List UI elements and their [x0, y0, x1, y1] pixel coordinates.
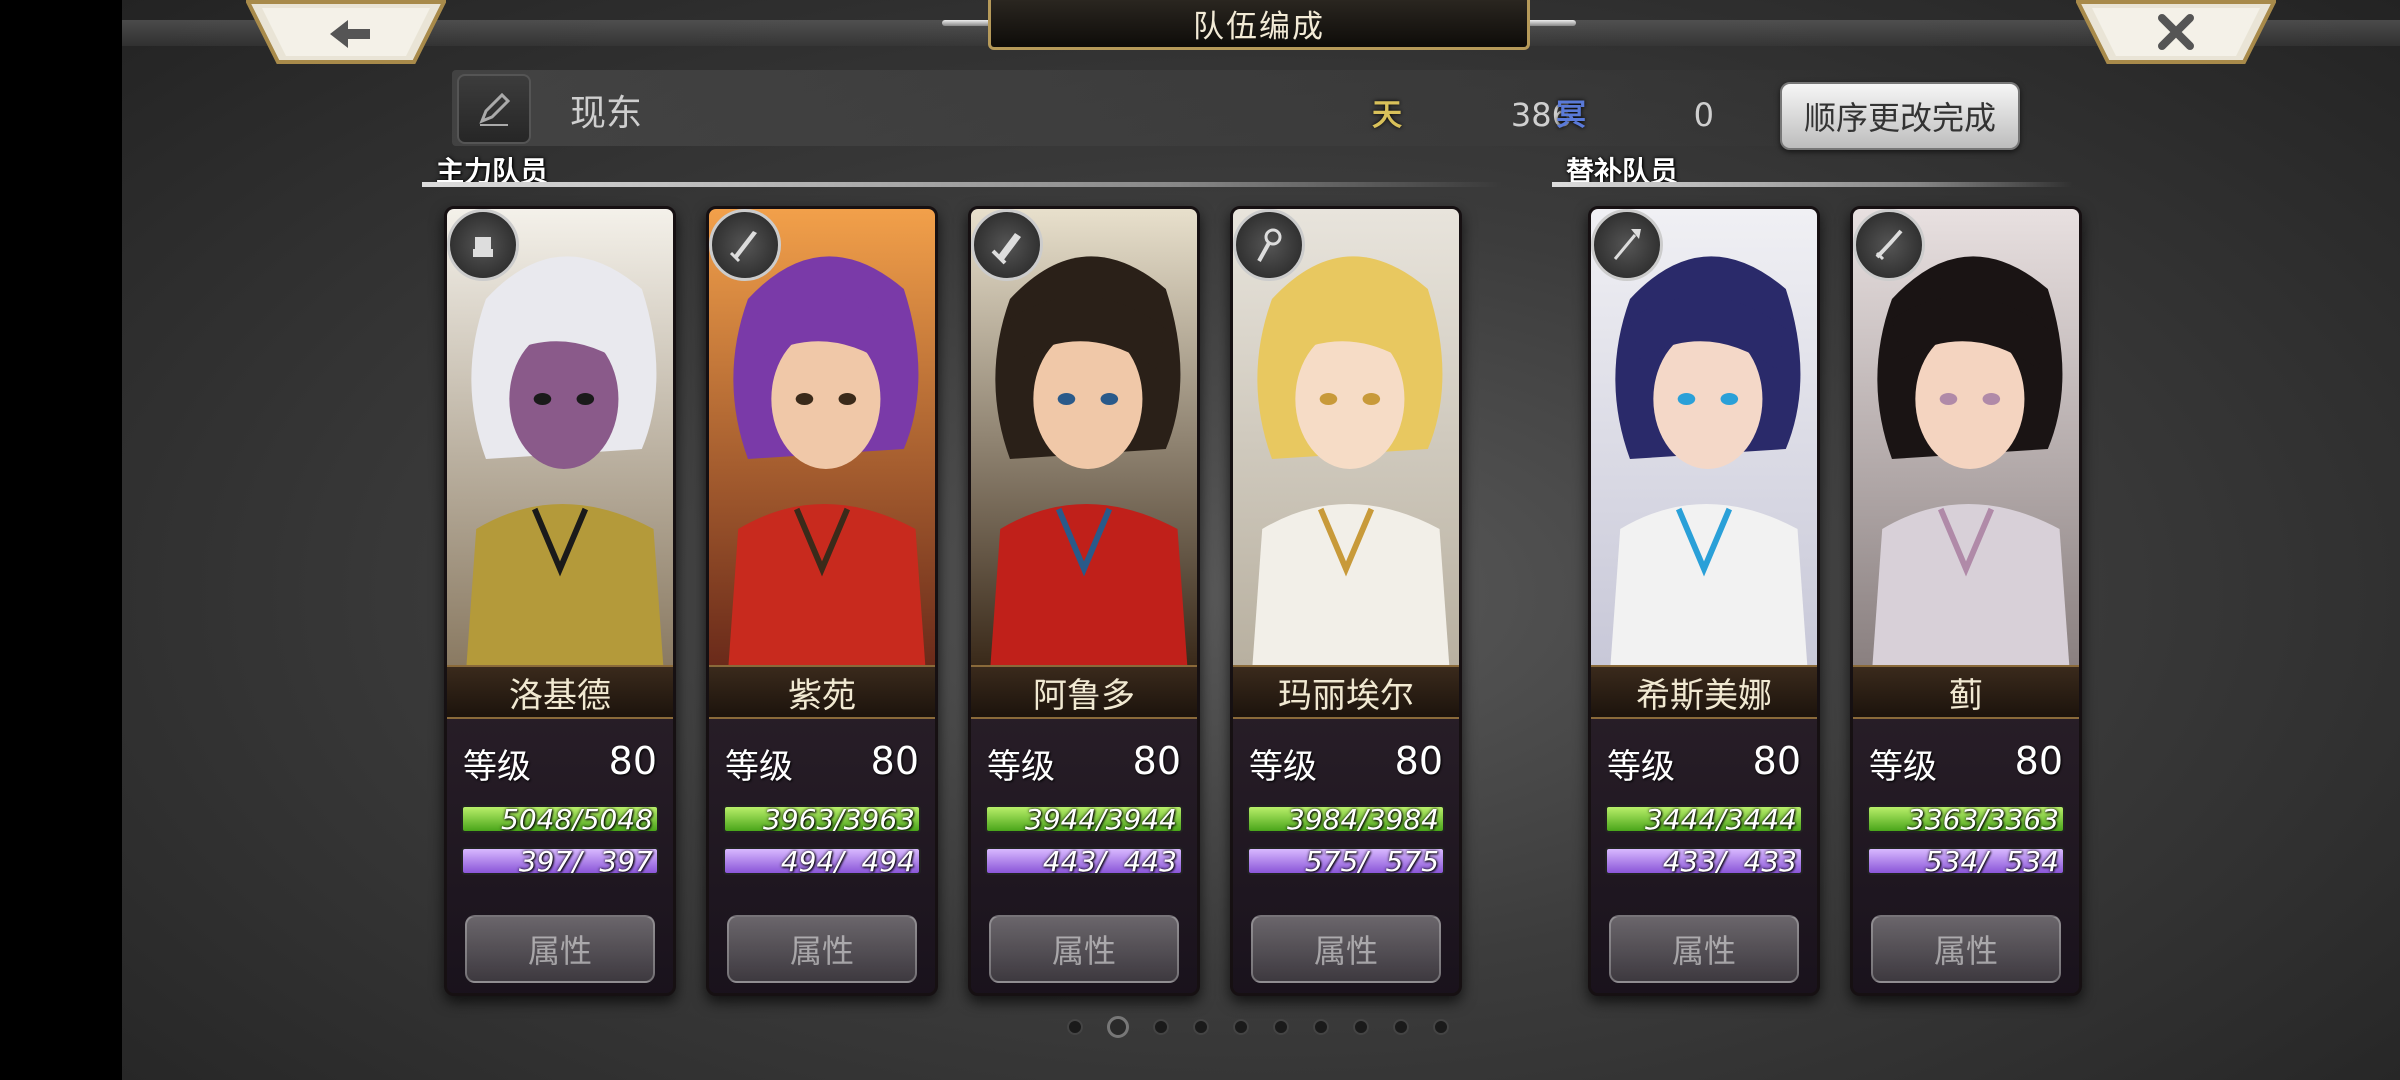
attribute-button[interactable]: 属性: [465, 915, 655, 983]
spear-icon: [1591, 209, 1663, 281]
mp-value: 433/ 433: [1653, 847, 1797, 875]
attribute-button[interactable]: 属性: [727, 915, 917, 983]
mp-value: 534/ 534: [1915, 847, 2059, 875]
level-row: 等级 80: [463, 739, 657, 787]
hp-value: 3944/3944: [1025, 805, 1177, 833]
character-name: 蓟: [1853, 665, 2079, 719]
mp-value: 494/ 494: [771, 847, 915, 875]
character-name: 阿鲁多: [971, 665, 1197, 719]
character-name: 洛基德: [447, 665, 673, 719]
level-value: 80: [1132, 739, 1181, 783]
underworld-value: 0: [1693, 96, 1714, 134]
hp-value: 5048/5048: [501, 805, 653, 833]
level-value: 80: [870, 739, 919, 783]
main-section-line: [422, 182, 1502, 187]
mp-value: 397/ 397: [509, 847, 653, 875]
member-card[interactable]: 玛丽埃尔 等级 80 3984/3984 575/ 575 属性: [1230, 206, 1462, 996]
level-value: 80: [1394, 739, 1443, 783]
level-label: 等级: [463, 747, 531, 787]
member-card[interactable]: 洛基德 等级 80 5048/5048 397/ 397 属性: [444, 206, 676, 996]
team-formation-screen: 队伍编成 现东 天 386 冥 0 顺序更改完成 主力队员 替补队员 洛基德 等…: [122, 0, 2400, 1080]
character-name: 希斯美娜: [1591, 665, 1817, 719]
character-stats: 等级 80 3944/3944 443/ 443 属性: [971, 719, 1197, 993]
order-change-done-button[interactable]: 顺序更改完成: [1780, 82, 2020, 150]
hp-bar: 3363/3363: [1867, 805, 2065, 833]
character-stats: 等级 80 3363/3363 534/ 534 属性: [1853, 719, 2079, 993]
attribute-button[interactable]: 属性: [989, 915, 1179, 983]
mp-bar: 397/ 397: [461, 847, 659, 875]
attribute-button[interactable]: 属性: [1609, 915, 1799, 983]
page-dot-active[interactable]: [1107, 1016, 1129, 1038]
level-value: 80: [1752, 739, 1801, 783]
sub-section-line: [1552, 182, 2072, 187]
character-stats: 等级 80 5048/5048 397/ 397 属性: [447, 719, 673, 993]
mp-value: 443/ 443: [1033, 847, 1177, 875]
greatsword-icon: [971, 209, 1043, 281]
level-row: 等级 80: [725, 739, 919, 787]
mp-bar: 494/ 494: [723, 847, 921, 875]
heaven-icon: 天: [1372, 98, 1402, 133]
character-stats: 等级 80 3984/3984 575/ 575 属性: [1233, 719, 1459, 993]
hp-value: 3444/3444: [1645, 805, 1797, 833]
page-indicator: [1067, 1016, 1449, 1038]
page-dot[interactable]: [1433, 1019, 1449, 1035]
underworld-icon: 冥: [1556, 98, 1586, 133]
sword-icon: [709, 209, 781, 281]
katana-icon: [1853, 209, 1925, 281]
character-stats: 等级 80 3444/3444 433/ 433 属性: [1591, 719, 1817, 993]
character-name: 玛丽埃尔: [1233, 665, 1459, 719]
hp-bar: 3984/3984: [1247, 805, 1445, 833]
close-button[interactable]: [2074, 0, 2278, 64]
hp-bar: 5048/5048: [461, 805, 659, 833]
back-arrow-icon: [244, 0, 448, 64]
level-row: 等级 80: [1607, 739, 1801, 787]
member-card[interactable]: 蓟 等级 80 3363/3363 534/ 534 属性: [1850, 206, 2082, 996]
hp-value: 3963/3963: [763, 805, 915, 833]
page-dot[interactable]: [1393, 1019, 1409, 1035]
level-row: 等级 80: [987, 739, 1181, 787]
fist-icon: [447, 209, 519, 281]
edit-name-button[interactable]: [457, 74, 531, 144]
level-label: 等级: [1607, 747, 1675, 787]
page-dot[interactable]: [1067, 1019, 1083, 1035]
mp-bar: 443/ 443: [985, 847, 1183, 875]
level-label: 等级: [987, 747, 1055, 787]
member-card[interactable]: 阿鲁多 等级 80 3944/3944 443/ 443 属性: [968, 206, 1200, 996]
hp-value: 3363/3363: [1907, 805, 2059, 833]
mp-bar: 575/ 575: [1247, 847, 1445, 875]
level-label: 等级: [1869, 747, 1937, 787]
attribute-button[interactable]: 属性: [1871, 915, 2061, 983]
level-label: 等级: [725, 747, 793, 787]
level-value: 80: [608, 739, 657, 783]
character-name: 紫苑: [709, 665, 935, 719]
page-dot[interactable]: [1273, 1019, 1289, 1035]
page-title: 队伍编成: [988, 0, 1530, 50]
page-dot[interactable]: [1313, 1019, 1329, 1035]
member-card[interactable]: 紫苑 等级 80 3963/3963 494/ 494 属性: [706, 206, 938, 996]
page-dot[interactable]: [1193, 1019, 1209, 1035]
hp-bar: 3944/3944: [985, 805, 1183, 833]
page-dot[interactable]: [1153, 1019, 1169, 1035]
team-name: 现东: [570, 93, 643, 134]
close-x-icon: [2074, 0, 2278, 64]
level-row: 等级 80: [1869, 739, 2063, 787]
level-label: 等级: [1249, 747, 1317, 787]
mp-bar: 534/ 534: [1867, 847, 2065, 875]
level-row: 等级 80: [1249, 739, 1443, 787]
mp-bar: 433/ 433: [1605, 847, 1803, 875]
attribute-button[interactable]: 属性: [1251, 915, 1441, 983]
pen-icon: [479, 92, 511, 126]
hp-bar: 3963/3963: [723, 805, 921, 833]
mp-value: 575/ 575: [1295, 847, 1439, 875]
hp-value: 3984/3984: [1287, 805, 1439, 833]
hp-bar: 3444/3444: [1605, 805, 1803, 833]
level-value: 80: [2014, 739, 2063, 783]
staff-icon: [1233, 209, 1305, 281]
character-stats: 等级 80 3963/3963 494/ 494 属性: [709, 719, 935, 993]
page-dot[interactable]: [1353, 1019, 1369, 1035]
back-button[interactable]: [244, 0, 448, 64]
page-dot[interactable]: [1233, 1019, 1249, 1035]
member-card[interactable]: 希斯美娜 等级 80 3444/3444 433/ 433 属性: [1588, 206, 1820, 996]
